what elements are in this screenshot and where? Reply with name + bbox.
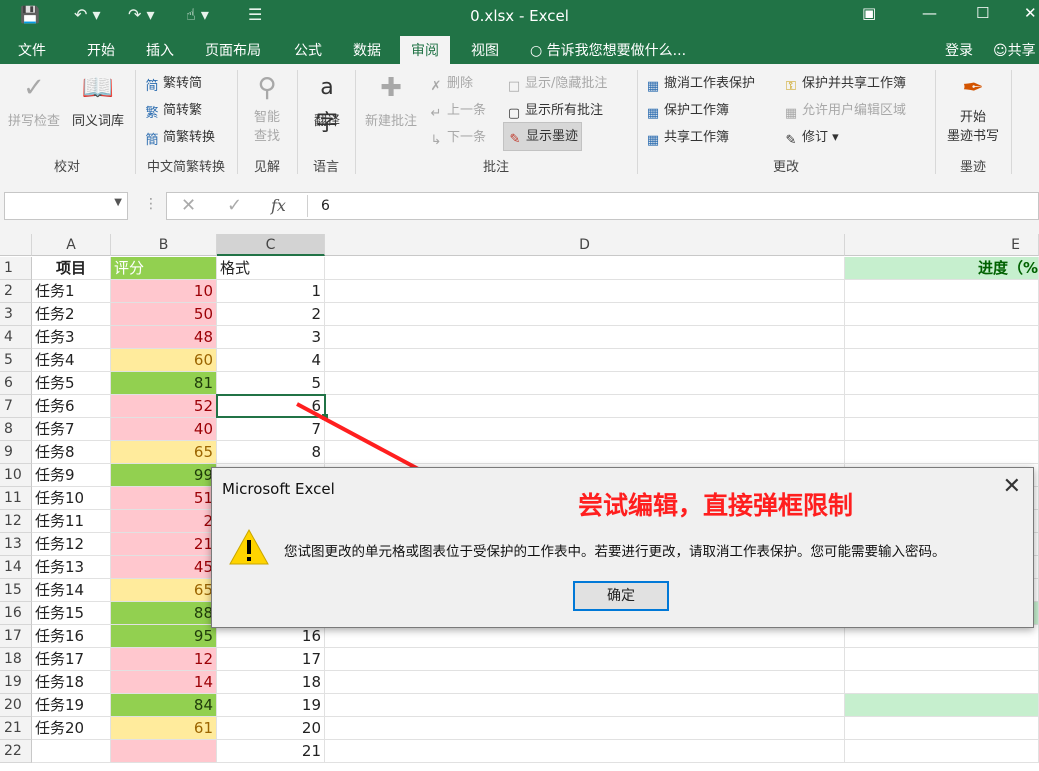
ok-button[interactable]: 确定 (573, 581, 669, 611)
warning-icon (229, 528, 269, 565)
annotation-arrow (296, 402, 568, 549)
close-icon[interactable]: ✕ (1003, 474, 1021, 499)
dialog-message: 您试图更改的单元格或图表位于受保护的工作表中。若要进行更改，请取消工作表保护。您… (284, 544, 946, 560)
annotation-text: 尝试编辑，直接弹框限制 (578, 491, 854, 520)
dialog-title: Microsoft Excel (222, 480, 335, 498)
